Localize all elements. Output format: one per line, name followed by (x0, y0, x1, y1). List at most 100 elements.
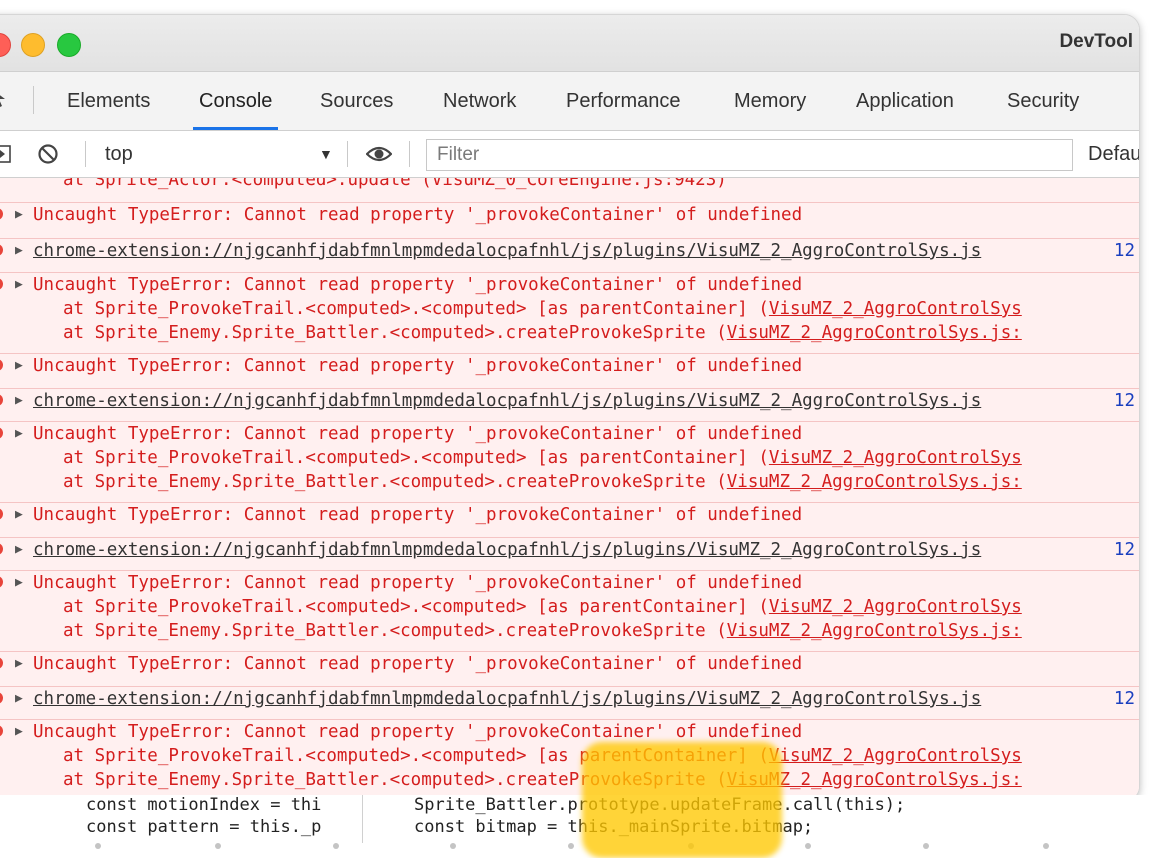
expand-triangle-icon[interactable]: ▶ (15, 422, 23, 446)
filter-input-box[interactable] (426, 139, 1073, 171)
error-text: Uncaught TypeError: Cannot read property… (33, 505, 803, 525)
source-line-link[interactable]: 12 (1113, 239, 1139, 263)
panel-tabs: Elements Console Sources Network Perform… (0, 72, 1139, 131)
console-message[interactable]: ▶ Uncaught TypeError: Cannot read propert… (0, 502, 1139, 527)
error-icon (0, 208, 3, 220)
stack-trace-link[interactable]: VisuMZ_2_AggroControlSys.js: (727, 472, 1022, 492)
toolbar-separator (347, 141, 348, 167)
window-title: DevTool (1059, 31, 1133, 52)
stack-trace-link[interactable]: VisuMZ_2_AggroControlSys.js: (727, 323, 1022, 343)
minimize-window-button[interactable] (21, 33, 45, 57)
cursor-highlight (582, 742, 782, 858)
default-levels-dropdown[interactable]: Defau (1088, 131, 1139, 177)
console-message[interactable]: ▶ Uncaught TypeError: Cannot read propert… (0, 272, 1139, 345)
stack-trace-link[interactable]: VisuMZ_2_AggroControlSys (769, 746, 1022, 766)
tab-memory[interactable]: Memory (734, 72, 806, 130)
expand-triangle-icon[interactable]: ▶ (15, 354, 23, 378)
editor-divider (362, 795, 363, 843)
tab-elements[interactable]: Elements (67, 72, 150, 130)
eye-icon[interactable] (366, 144, 392, 164)
error-text: Uncaught TypeError: Cannot read property… (33, 205, 803, 225)
maximize-window-button[interactable] (57, 33, 81, 57)
tab-security[interactable]: Security (1007, 72, 1079, 130)
expand-triangle-icon[interactable]: ▶ (15, 538, 23, 562)
ruler-dot (215, 843, 221, 849)
tab-application[interactable]: Application (856, 72, 954, 130)
stack-trace-text: at Sprite_Enemy.Sprite_Battler.<computed… (63, 323, 727, 343)
error-icon (0, 657, 3, 669)
error-text: Uncaught TypeError: Cannot read property… (33, 654, 803, 674)
expand-triangle-icon[interactable]: ▶ (15, 687, 23, 711)
stack-trace-text: at Sprite_ProvokeTrail.<computed>.<compu… (63, 597, 769, 617)
console-message[interactable]: ▶ chrome-extension://njgcanhfjdabfmnlmpmd… (0, 388, 1139, 413)
element-picker-icon[interactable] (0, 90, 7, 110)
tab-console[interactable]: Console (192, 72, 279, 130)
ruler-dot (805, 843, 811, 849)
title-bar: DevTool (0, 15, 1139, 72)
filter-input[interactable] (427, 140, 1072, 170)
error-text: Uncaught TypeError: Cannot read property… (33, 722, 803, 742)
error-icon (0, 427, 3, 439)
close-window-button[interactable] (0, 33, 11, 57)
expand-triangle-icon[interactable]: ▶ (15, 571, 23, 595)
expand-triangle-icon[interactable]: ▶ (15, 239, 23, 263)
error-icon (0, 359, 3, 371)
code-line: const motionIndex = thi (86, 795, 322, 815)
code-line: const pattern = this._p (86, 817, 322, 837)
source-line-link[interactable]: 12 (1113, 538, 1139, 562)
stack-trace-text: at Sprite_ProvokeTrail.<computed>.<compu… (63, 299, 769, 319)
console-message[interactable]: ▶ chrome-extension://njgcanhfjdabfmnlmpmd… (0, 686, 1139, 711)
chevron-down-icon[interactable]: ▼ (319, 131, 333, 177)
stack-trace-text: at Sprite_Enemy.Sprite_Battler.<computed… (63, 621, 727, 641)
code-editor-background: const motionIndex = thi const pattern = … (0, 795, 1149, 858)
tab-network[interactable]: Network (443, 72, 516, 130)
stack-trace-link[interactable]: VisuMZ_2_AggroControlSys (769, 597, 1022, 617)
error-text: Uncaught TypeError: Cannot read property… (33, 275, 803, 295)
source-line-link[interactable]: 12 (1113, 389, 1139, 413)
error-text: Uncaught TypeError: Cannot read property… (33, 356, 803, 376)
stack-trace-line: at Sprite_Actor.<computed>.update (VisuM… (63, 178, 727, 190)
console-message: at Sprite_Actor.<computed>.update (VisuM… (0, 178, 1139, 192)
ruler-dot (95, 843, 101, 849)
tab-performance[interactable]: Performance (566, 72, 681, 130)
source-line-link[interactable]: 12 (1113, 687, 1139, 711)
sidebar-toggle-icon[interactable] (0, 145, 11, 163)
error-icon (0, 278, 3, 290)
toolbar-separator (409, 141, 410, 167)
expand-triangle-icon[interactable]: ▶ (15, 203, 23, 227)
expand-triangle-icon[interactable]: ▶ (15, 720, 23, 744)
console-message[interactable]: ▶ chrome-extension://njgcanhfjdabfmnlmpmd… (0, 238, 1139, 263)
expand-triangle-icon[interactable]: ▶ (15, 389, 23, 413)
extension-url-link[interactable]: chrome-extension://njgcanhfjdabfmnlmpmde… (33, 540, 981, 560)
error-icon (0, 543, 3, 555)
stack-trace-link[interactable]: VisuMZ_2_AggroControlSys (769, 448, 1022, 468)
console-message[interactable]: ▶ chrome-extension://njgcanhfjdabfmnlmpmd… (0, 537, 1139, 562)
stack-trace-text: at Sprite_ProvokeTrail.<computed>.<compu… (63, 448, 769, 468)
error-text: Uncaught TypeError: Cannot read property… (33, 573, 803, 593)
console-message[interactable]: ▶ Uncaught TypeError: Cannot read propert… (0, 353, 1139, 378)
ruler-dot (333, 843, 339, 849)
expand-triangle-icon[interactable]: ▶ (15, 652, 23, 676)
console-message[interactable]: ▶ Uncaught TypeError: Cannot read propert… (0, 421, 1139, 494)
console-message[interactable]: ▶ Uncaught TypeError: Cannot read propert… (0, 719, 1139, 792)
console-message[interactable]: ▶ Uncaught TypeError: Cannot read propert… (0, 570, 1139, 643)
stack-trace-link[interactable]: VisuMZ_2_AggroControlSys (769, 299, 1022, 319)
expand-triangle-icon[interactable]: ▶ (15, 273, 23, 297)
extension-url-link[interactable]: chrome-extension://njgcanhfjdabfmnlmpmde… (33, 241, 981, 261)
stack-trace-link[interactable]: VisuMZ_2_AggroControlSys.js: (727, 621, 1022, 641)
tab-sources[interactable]: Sources (320, 72, 393, 130)
error-icon (0, 576, 3, 588)
error-icon (0, 244, 3, 256)
extension-url-link[interactable]: chrome-extension://njgcanhfjdabfmnlmpmde… (33, 689, 981, 709)
extension-url-link[interactable]: chrome-extension://njgcanhfjdabfmnlmpmde… (33, 391, 981, 411)
console-message[interactable]: ▶ Uncaught TypeError: Cannot read propert… (0, 202, 1139, 227)
error-icon (0, 725, 3, 737)
clear-console-icon[interactable] (37, 143, 59, 165)
error-icon (0, 394, 3, 406)
console-message[interactable]: ▶ Uncaught TypeError: Cannot read propert… (0, 651, 1139, 676)
ruler-dot (568, 843, 574, 849)
stack-trace-text: at Sprite_Enemy.Sprite_Battler.<computed… (63, 472, 727, 492)
expand-triangle-icon[interactable]: ▶ (15, 503, 23, 527)
context-selector[interactable]: top (105, 131, 133, 177)
tab-separator (33, 86, 34, 114)
